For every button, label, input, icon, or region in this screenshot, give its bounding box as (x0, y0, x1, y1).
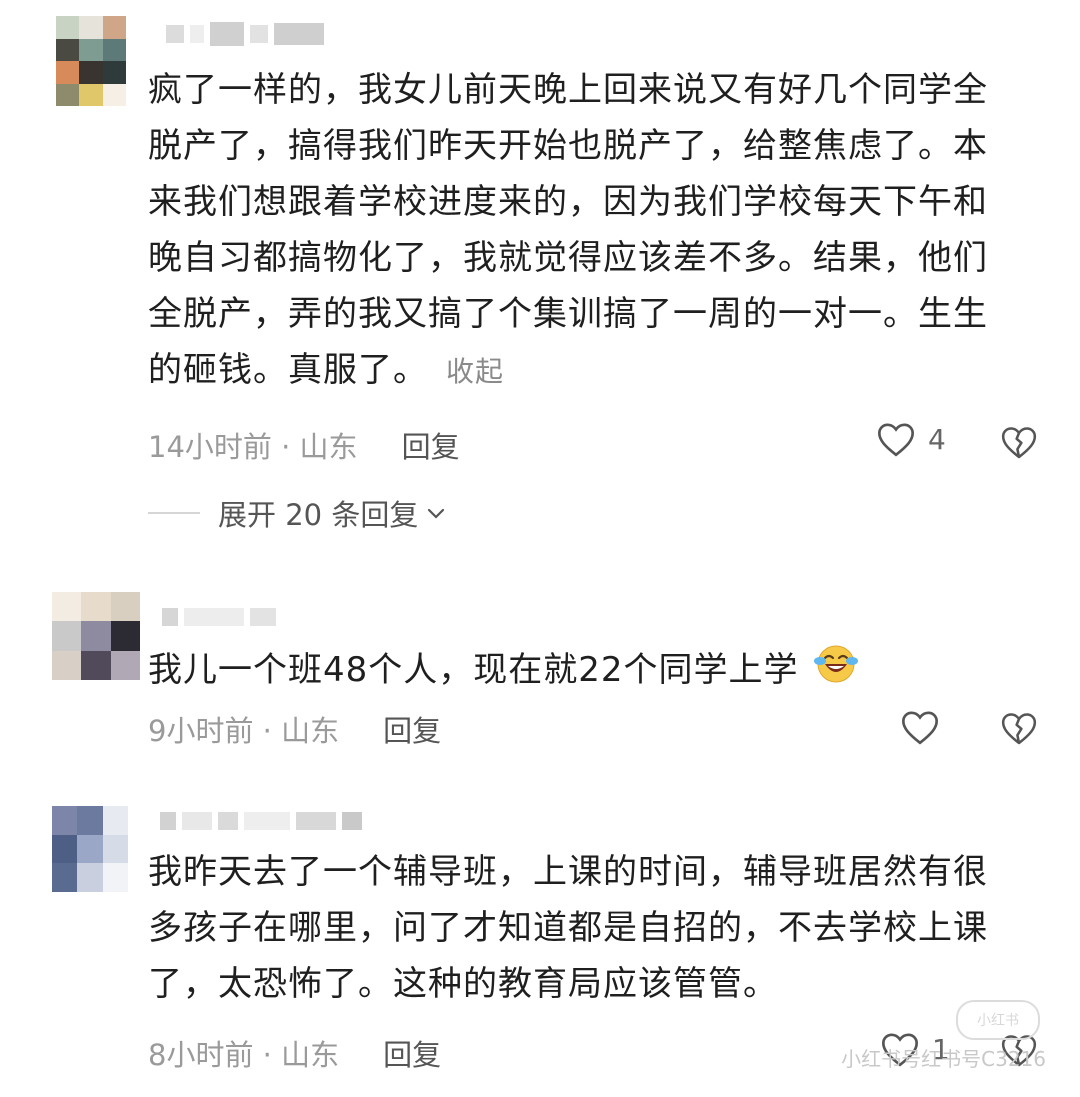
avatar-pixel (56, 38, 80, 61)
avatar-pixel (79, 83, 103, 106)
comment-line: 的砸钱。真服了。 收起 (148, 342, 1028, 400)
avatar-pixel (110, 592, 140, 622)
like-button[interactable]: 4 (876, 420, 946, 458)
avatar-pixel (77, 834, 103, 864)
watermark-text: 小红书号红书号C3216 (841, 1047, 1046, 1071)
avatar-pixel (81, 650, 111, 680)
avatar-pixel (52, 592, 82, 622)
avatar[interactable] (56, 16, 126, 106)
avatar-pixel (79, 38, 103, 61)
timestamp-location: 14小时前 · 山东 (148, 430, 358, 464)
avatar-pixel (52, 650, 82, 680)
avatar-pixel (81, 592, 111, 622)
comment-line: 晚自习都搞物化了，我就觉得应该差不多。结果，他们 (148, 238, 988, 278)
avatar-pixel (77, 863, 103, 892)
comment-meta: 14小时前 · 山东 回复 (148, 424, 460, 466)
broken-heart-icon[interactable] (1000, 710, 1038, 746)
avatar-pixel (81, 621, 111, 651)
divider-line (148, 512, 200, 514)
avatar-pixel (52, 834, 78, 864)
avatar-pixel (52, 806, 78, 835)
comment-line: 我昨天去了一个辅导班，上课的时间，辅导班居然有很 (148, 852, 988, 892)
avatar-pixel (102, 863, 128, 892)
broken-heart-icon[interactable] (1000, 424, 1038, 460)
avatar-pixel (102, 806, 128, 835)
comment-line: 全脱产，弄的我又搞了个集训搞了一周的一对一。生生 (148, 294, 988, 334)
watermark: 小红书号红书号C3216 (841, 1043, 1046, 1072)
username-blurred[interactable] (160, 812, 362, 830)
avatar-pixel (102, 83, 126, 106)
reply-button[interactable]: 回复 (383, 1032, 441, 1074)
comment-line-text: 的砸钱。真服了。 (148, 350, 428, 390)
comment-text: 我昨天去了一个辅导班，上课的时间，辅导班居然有很 多孩子在哪里，问了才知道都是自… (148, 844, 1028, 1012)
comment-line: 多孩子在哪里，问了才知道都是自招的，不去学校上课 (148, 908, 988, 948)
heart-outline-icon (876, 420, 916, 458)
expand-replies-label: 展开 20 条回复 (218, 498, 419, 532)
avatar-pixel (52, 621, 82, 651)
like-button[interactable] (900, 708, 940, 746)
avatar-pixel (110, 621, 140, 651)
comment-line: 了，太恐怖了。这种的教育局应该管管。 (148, 964, 778, 1004)
reply-button[interactable]: 回复 (383, 708, 441, 750)
avatar-pixel (79, 61, 103, 84)
timestamp-location: 9小时前 · 山东 (148, 714, 340, 748)
username-blurred[interactable] (166, 22, 324, 46)
avatar-pixel (52, 863, 78, 892)
laughing-crying-emoji (814, 642, 859, 701)
heart-outline-icon (900, 708, 940, 746)
avatar-pixel (102, 16, 126, 39)
expand-replies-button[interactable]: 展开 20 条回复 (148, 492, 446, 534)
comment-line: 脱产了，搞得我们昨天开始也脱产了，给整焦虑了。本 (148, 126, 988, 166)
watermark-logo: 小红书 (956, 1000, 1040, 1040)
avatar-pixel (79, 16, 103, 39)
comment-text: 我儿一个班48个人，现在就22个同学上学 (148, 642, 1028, 701)
reply-button[interactable]: 回复 (402, 424, 460, 466)
avatar-pixel (102, 38, 126, 61)
username-blurred[interactable] (162, 608, 276, 626)
avatar-pixel (56, 83, 80, 106)
comment-line: 来我们想跟着学校进度来的，因为我们学校每天下午和 (148, 182, 988, 222)
chevron-down-icon (426, 506, 446, 520)
comment-line: 疯了一样的，我女儿前天晚上回来说又有好几个同学全 (148, 70, 988, 110)
avatar-pixel (77, 806, 103, 835)
avatar-pixel (110, 650, 140, 680)
avatar-pixel (102, 834, 128, 864)
avatar-pixel (102, 61, 126, 84)
comment-text: 疯了一样的，我女儿前天晚上回来说又有好几个同学全 脱产了，搞得我们昨天开始也脱产… (148, 62, 1028, 400)
comment-line: 我儿一个班48个人，现在就22个同学上学 (148, 650, 799, 690)
avatar[interactable] (52, 806, 128, 892)
collapse-link[interactable]: 收起 (446, 355, 504, 388)
comment-meta: 8小时前 · 山东 回复 (148, 1032, 441, 1074)
comment-meta: 9小时前 · 山东 回复 (148, 708, 441, 750)
avatar-pixel (56, 16, 80, 39)
avatar-pixel (56, 61, 80, 84)
timestamp-location: 8小时前 · 山东 (148, 1038, 340, 1072)
avatar[interactable] (52, 592, 140, 680)
like-count: 4 (928, 422, 946, 456)
